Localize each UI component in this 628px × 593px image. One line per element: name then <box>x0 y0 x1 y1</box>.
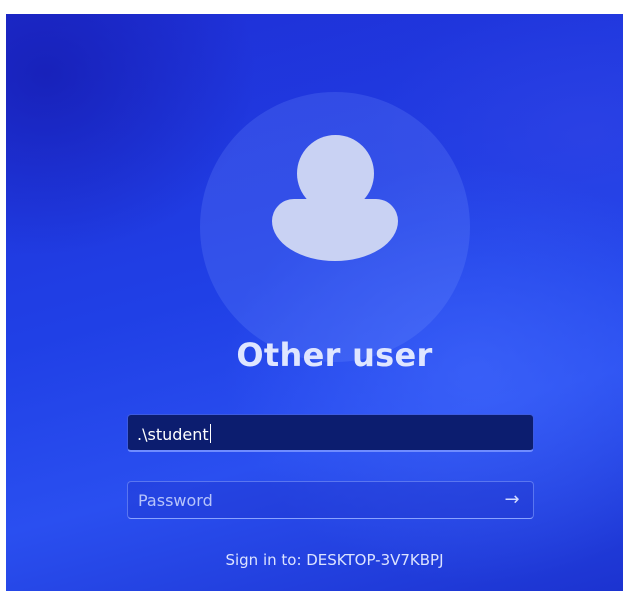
account-name: Other user <box>236 336 433 374</box>
text-caret <box>209 424 211 443</box>
submit-arrow-icon[interactable]: → <box>501 490 523 510</box>
password-field[interactable] <box>128 482 498 518</box>
username-field[interactable]: .\student <box>127 414 534 452</box>
sign-in-target: Sign in to: DESKTOP-3V7KBPJ <box>225 551 444 569</box>
password-field-container: → <box>127 481 534 519</box>
username-text: .\student <box>137 425 209 444</box>
username-value: .\student <box>137 424 211 444</box>
lock-screen: Other user .\student → Sign in to: DESKT… <box>6 14 623 591</box>
